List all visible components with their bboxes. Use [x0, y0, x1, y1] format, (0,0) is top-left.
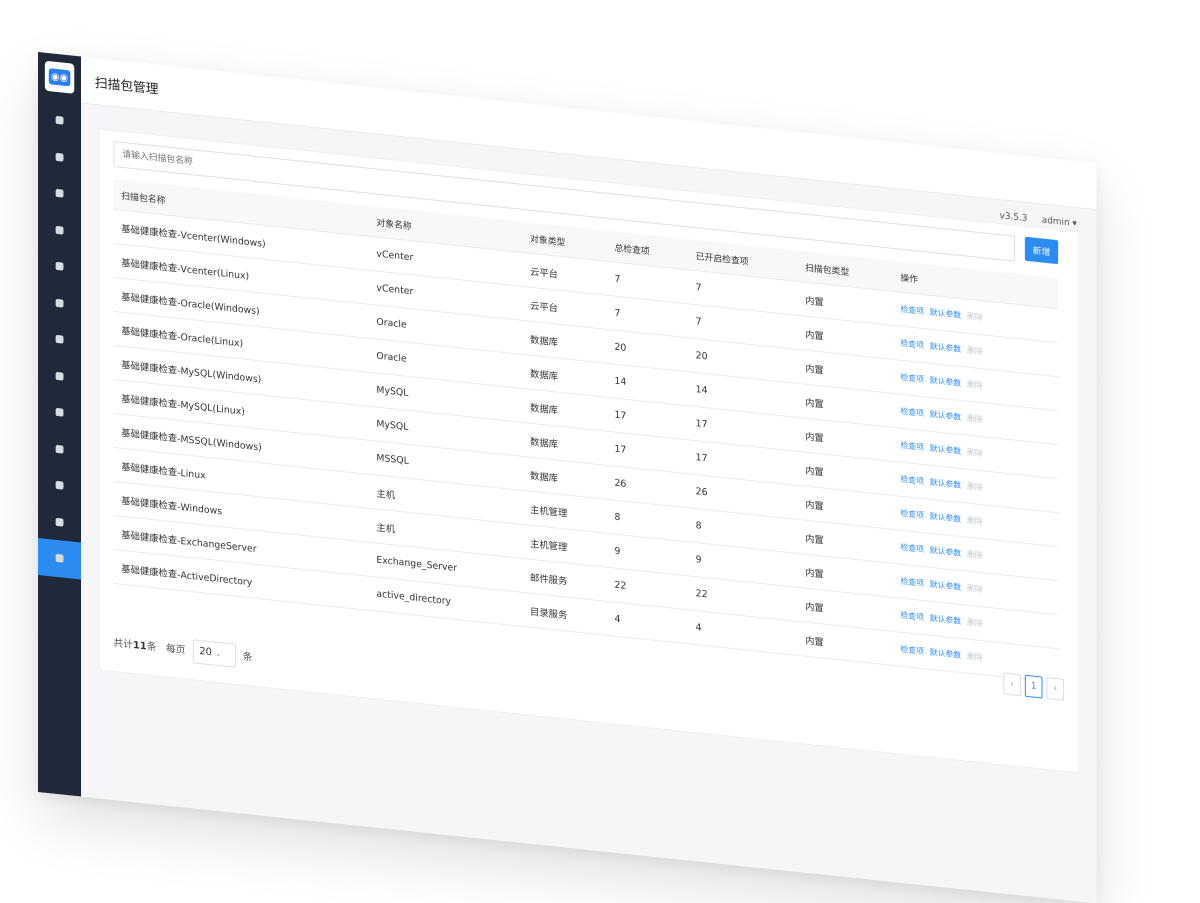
check-items-link[interactable]: 检查项 [900, 543, 924, 554]
delete-link[interactable]: 删除 [967, 414, 983, 425]
clipboard-icon [55, 517, 64, 527]
main-area: 扫描包管理 v3.5.3 admin ▾ 新增 扫描包名称对象名称对象类型总检查… [81, 56, 1097, 903]
default-params-link[interactable]: 默认参数 [930, 512, 961, 524]
settings-icon [55, 554, 64, 563]
chart-icon [55, 444, 64, 454]
total-unit: 条 [146, 641, 157, 654]
delete-link[interactable]: 删除 [967, 516, 983, 527]
delete-link[interactable]: 删除 [967, 618, 983, 629]
check-items-link[interactable]: 检查项 [900, 407, 924, 418]
check-items-link[interactable]: 检查项 [900, 441, 924, 452]
content-card: 新增 扫描包名称对象名称对象类型总检查项已开启检查项扫描包类型操作 基础健康检查… [98, 128, 1079, 774]
default-params-link[interactable]: 默认参数 [930, 376, 961, 388]
app-logo[interactable]: ◉◉ [44, 60, 75, 94]
default-params-link[interactable]: 默认参数 [930, 342, 961, 354]
sidebar-item-alarm[interactable] [38, 137, 81, 178]
cloud-icon [55, 262, 64, 271]
monitor-icon [55, 225, 64, 235]
default-params-link[interactable]: 默认参数 [930, 648, 961, 660]
delete-link[interactable]: 删除 [967, 584, 983, 595]
add-button[interactable]: 新增 [1024, 236, 1059, 265]
sidebar-item-home[interactable] [38, 100, 81, 141]
check-items-link[interactable]: 检查项 [900, 475, 924, 486]
default-params-link[interactable]: 默认参数 [930, 546, 961, 558]
delete-link[interactable]: 删除 [967, 380, 983, 391]
page-size-unit: 条 [242, 651, 253, 664]
chevron-down-icon: ⌄ [214, 648, 222, 659]
delete-link[interactable]: 删除 [967, 550, 983, 561]
radar-icon [55, 298, 64, 308]
sidebar: ◉◉ [38, 52, 82, 797]
health-icon [55, 371, 64, 381]
sidebar-item-health[interactable] [38, 356, 81, 397]
next-page-button[interactable]: › [1046, 676, 1065, 701]
version-label: v3.5.3 [999, 211, 1028, 224]
sidebar-item-layers[interactable] [38, 392, 81, 433]
check-items-link[interactable]: 检查项 [900, 645, 924, 656]
check-items-link[interactable]: 检查项 [900, 577, 924, 588]
document-icon [55, 481, 64, 490]
sidebar-item-cloud[interactable] [38, 246, 81, 287]
delete-link[interactable]: 删除 [967, 652, 983, 663]
check-items-link[interactable]: 检查项 [900, 305, 924, 316]
delete-link[interactable]: 删除 [967, 482, 983, 493]
check-items-link[interactable]: 检查项 [900, 611, 924, 622]
alarm-icon [55, 152, 64, 162]
sidebar-item-monitor[interactable] [38, 210, 81, 251]
scan-package-table: 扫描包名称 对象名称 对象类型 总检查项 已开启检查项 扫描包类型 操作 基础健康检查-Vc… [113, 178, 1059, 683]
layers-icon [55, 408, 64, 417]
check-items-link[interactable]: 检查项 [900, 373, 924, 384]
default-params-link[interactable]: 默认参数 [930, 478, 961, 490]
page-title: 扫描包管理 [94, 75, 159, 98]
default-params-link[interactable]: 默认参数 [930, 410, 961, 422]
sidebar-item-chart[interactable] [38, 429, 81, 470]
logo-icon: ◉◉ [48, 68, 71, 87]
sidebar-item-toolbox[interactable] [38, 319, 81, 360]
page-size-value: 20 [199, 645, 212, 659]
default-params-link[interactable]: 默认参数 [930, 580, 961, 592]
table-footer: 共计11条 每页 20 ⌄ 条 [113, 631, 252, 670]
delete-link[interactable]: 删除 [967, 312, 983, 323]
total-prefix: 共计 [113, 637, 134, 651]
total-count: 11 [133, 639, 147, 653]
page-1-button[interactable]: 1 [1024, 674, 1043, 699]
per-page-label: 每页 [165, 643, 186, 657]
apps-icon [55, 189, 64, 198]
default-params-link[interactable]: 默认参数 [930, 614, 961, 626]
default-params-link[interactable]: 默认参数 [930, 444, 961, 456]
check-items-link[interactable]: 检查项 [900, 509, 924, 520]
prev-page-button[interactable]: ‹ [1003, 672, 1021, 697]
app-window: ◉◉ 扫描包管理 v3.5.3 admin ▾ 新增 扫描包名称对象名称对象类型… [38, 52, 1097, 903]
delete-link[interactable]: 删除 [967, 448, 983, 459]
home-icon [55, 116, 64, 125]
default-params-link[interactable]: 默认参数 [930, 308, 961, 320]
sidebar-item-radar[interactable] [38, 283, 81, 324]
sidebar-item-document[interactable] [38, 465, 81, 506]
total-checks-cell: 4 [606, 601, 688, 644]
sidebar-nav [38, 100, 82, 580]
check-items-link[interactable]: 检查项 [900, 339, 924, 350]
sidebar-item-apps[interactable] [38, 173, 81, 214]
page-size-select[interactable]: 20 ⌄ [192, 639, 236, 668]
sidebar-item-settings[interactable] [38, 538, 82, 580]
toolbox-icon [55, 335, 64, 344]
delete-link[interactable]: 删除 [967, 346, 983, 357]
sidebar-item-clipboard[interactable] [38, 502, 81, 543]
